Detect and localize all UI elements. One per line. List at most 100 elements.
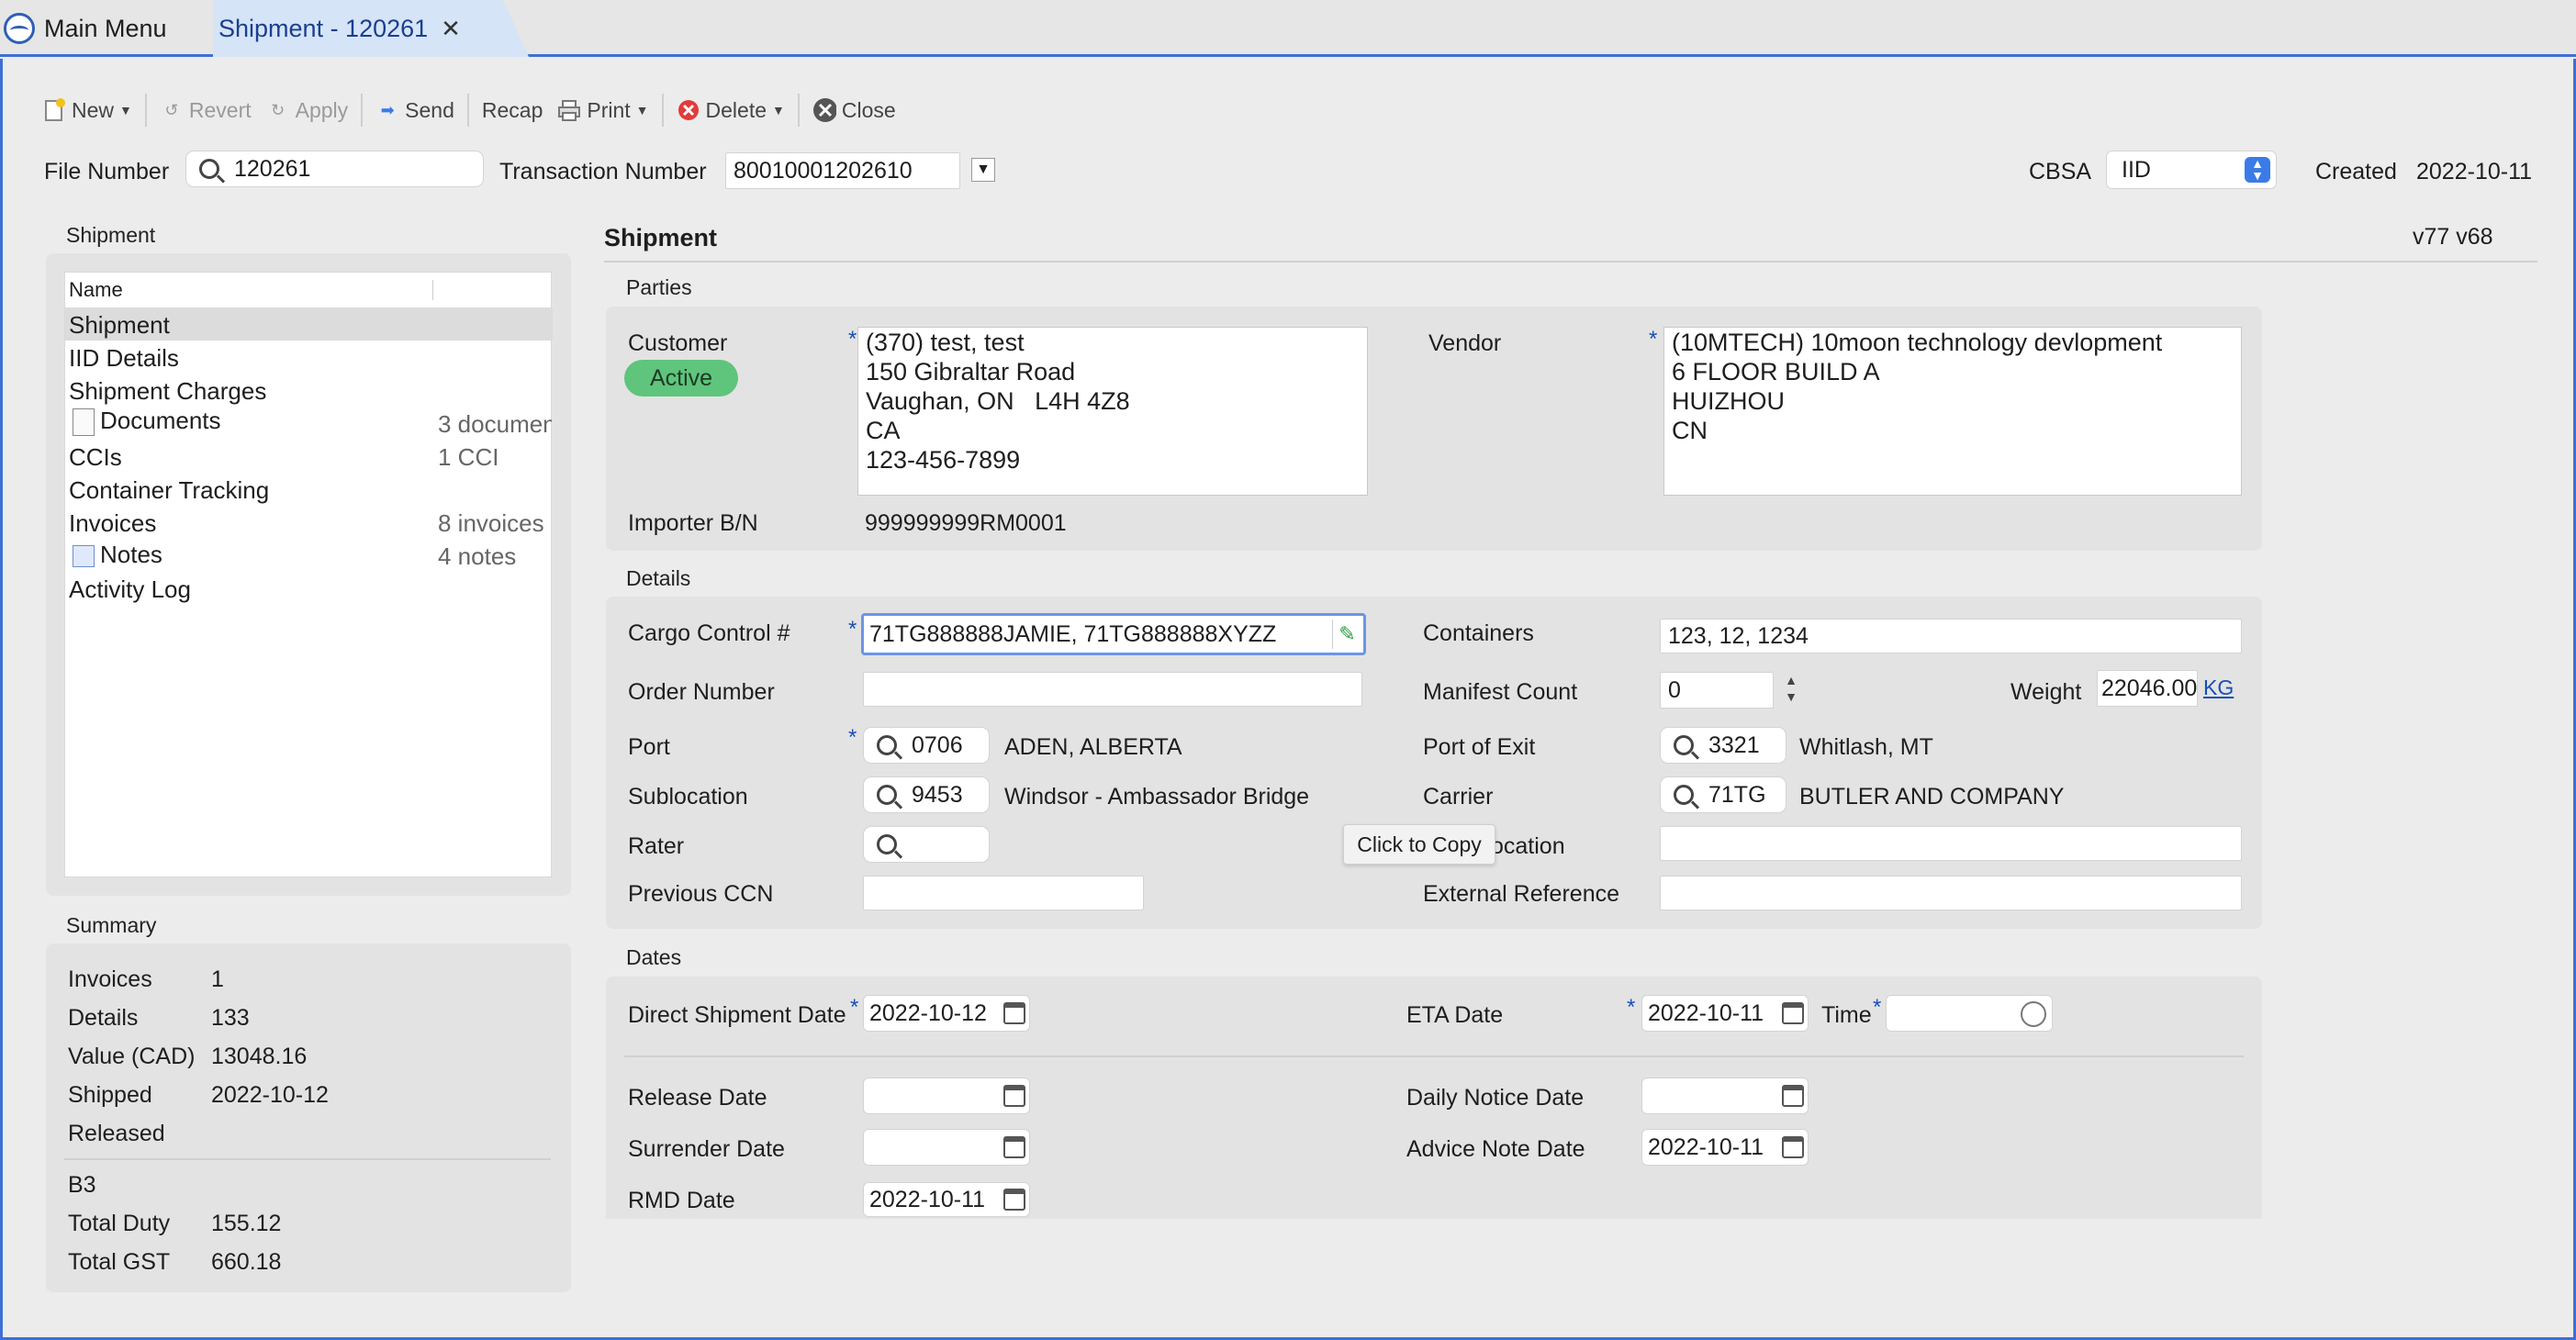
surrender-date-input[interactable]: [863, 1129, 1030, 1166]
cbsa-select[interactable]: IID ▲ ▼: [2106, 151, 2277, 189]
edit-pencil-icon[interactable]: ✎: [1332, 620, 1361, 649]
navigation-tree: Name Shipment IID Details Shipment Charg…: [64, 272, 553, 877]
advice-note-date-input[interactable]: 2022-10-11: [1641, 1129, 1809, 1166]
carrier-code: 71TG: [1708, 781, 1766, 808]
tree-item-activity-log[interactable]: Activity Log: [65, 572, 553, 605]
tree-item-iid-details[interactable]: IID Details: [65, 341, 553, 374]
revert-button[interactable]: ↺ Revert: [152, 92, 259, 128]
previous-ccn-input[interactable]: [863, 876, 1144, 910]
recap-button[interactable]: Recap: [475, 92, 550, 128]
calendar-icon[interactable]: [1003, 1189, 1025, 1211]
calendar-icon[interactable]: [1003, 1002, 1025, 1024]
new-button[interactable]: New ▼: [35, 92, 140, 128]
rmd-date-label: RMD Date: [628, 1188, 735, 1213]
weight-input[interactable]: 22046.00: [2097, 670, 2198, 707]
sublocation-code: 9453: [912, 781, 963, 808]
recap-label: Recap: [481, 97, 543, 122]
release-date-input[interactable]: [863, 1078, 1030, 1114]
transaction-number-label: Transaction Number: [499, 159, 707, 184]
required-marker: *: [848, 725, 857, 750]
tree-item-notes[interactable]: Notes 4 notes: [65, 539, 553, 572]
click-to-copy-tooltip: Click to Copy: [1343, 824, 1495, 865]
importer-value: 999999999RM0001: [865, 510, 1067, 536]
containers-input[interactable]: 123, 12, 1234: [1660, 619, 2242, 653]
sublocation-input[interactable]: 9453: [863, 776, 990, 813]
apply-button[interactable]: ↻ Apply: [259, 92, 356, 128]
left-shipment-heading: Shipment: [66, 223, 156, 247]
send-button[interactable]: ➡ Send: [368, 92, 462, 128]
calendar-icon[interactable]: [1003, 1136, 1025, 1158]
clock-icon[interactable]: [2021, 1001, 2046, 1027]
daily-notice-date-label: Daily Notice Date: [1406, 1085, 1585, 1111]
tree-item-ccis[interactable]: CCIs 1 CCI: [65, 440, 553, 473]
revert-label: Revert: [188, 97, 252, 122]
transaction-dropdown-icon[interactable]: ▼: [971, 158, 995, 182]
print-button[interactable]: Print ▼: [550, 92, 655, 128]
containers-value: 123, 12, 1234: [1668, 622, 1809, 649]
vendor-label: Vendor: [1428, 330, 1502, 356]
tree-item-documents[interactable]: Documents 3 documents: [65, 407, 553, 440]
toolbar-divider: [361, 94, 364, 127]
send-arrow-icon: ➡: [380, 100, 395, 119]
file-number-field[interactable]: 120261: [185, 151, 484, 187]
search-icon: [877, 785, 897, 805]
port-of-exit-input[interactable]: 3321: [1660, 727, 1786, 764]
rmd-date-input[interactable]: 2022-10-11: [863, 1182, 1030, 1217]
required-marker: *: [1649, 327, 1658, 352]
location-input[interactable]: [1660, 826, 2242, 861]
summary-label: Released: [68, 1121, 165, 1146]
summary-label: Shipped: [68, 1082, 152, 1108]
chevron-down-icon: ▼: [119, 103, 132, 117]
dates-heading: Dates: [626, 945, 682, 969]
external-reference-label: External Reference: [1423, 881, 1620, 907]
summary-value: 2022-10-12: [211, 1082, 329, 1108]
direct-shipment-date-input[interactable]: 2022-10-12: [863, 995, 1030, 1032]
eta-date-label: ETA Date: [1406, 1002, 1504, 1028]
calendar-icon[interactable]: [1003, 1085, 1025, 1107]
manifest-count-input[interactable]: 0: [1660, 672, 1774, 709]
customer-address-box[interactable]: (370) test, test 150 Gibraltar Road Vaug…: [857, 327, 1368, 496]
port-code-input[interactable]: 0706: [863, 727, 990, 764]
rater-label: Rater: [628, 833, 685, 859]
direct-shipment-date-value: 2022-10-12: [869, 999, 987, 1026]
calendar-icon[interactable]: [1782, 1085, 1804, 1107]
tree-item-shipment[interactable]: Shipment: [65, 307, 553, 341]
tree-item-container-tracking[interactable]: Container Tracking: [65, 473, 553, 506]
eta-date-input[interactable]: 2022-10-11: [1641, 995, 1809, 1032]
calendar-icon[interactable]: [1782, 1002, 1804, 1024]
order-number-label: Order Number: [628, 679, 775, 705]
vendor-address-box[interactable]: (10MTECH) 10moon technology devlopment 6…: [1663, 327, 2242, 496]
tree-item-shipment-charges[interactable]: Shipment Charges: [65, 374, 553, 407]
time-input[interactable]: [1886, 995, 2053, 1032]
summary-label: Total GST: [68, 1249, 171, 1275]
transaction-number-field[interactable]: 80010001202610: [725, 152, 960, 189]
carrier-name: BUTLER AND COMPANY: [1799, 784, 2065, 810]
stepper-arrows-icon[interactable]: ▲ ▼: [1781, 672, 1801, 709]
delete-button[interactable]: Delete ▼: [669, 92, 792, 128]
location-label: ocation: [1491, 833, 1565, 859]
order-number-input[interactable]: [863, 672, 1362, 707]
weight-unit-link[interactable]: KG: [2203, 676, 2234, 700]
tab-close-icon[interactable]: ✕: [441, 15, 461, 43]
close-icon: [812, 98, 836, 122]
previous-ccn-label: Previous CCN: [628, 881, 774, 907]
chevron-down-icon: ▼: [772, 103, 785, 117]
calendar-icon[interactable]: [1782, 1136, 1804, 1158]
tree-item-invoices[interactable]: Invoices 8 invoices: [65, 506, 553, 539]
external-reference-input[interactable]: [1660, 876, 2242, 910]
new-label: New: [72, 97, 115, 122]
tab-main-menu[interactable]: Main Menu: [0, 0, 209, 57]
toolbar: New ▼ ↺ Revert ↻ Apply ➡ Send Recap Prin…: [35, 90, 903, 130]
cargo-control-input[interactable]: 71TG888888JAMIE, 71TG888888XYZZ ✎: [861, 613, 1366, 655]
close-button[interactable]: Close: [805, 92, 903, 128]
rater-input[interactable]: [863, 826, 990, 863]
document-icon: [73, 408, 95, 437]
page-title: Shipment: [604, 224, 718, 251]
daily-notice-date-input[interactable]: [1641, 1078, 1809, 1114]
notes-icon: [73, 545, 95, 568]
carrier-input[interactable]: 71TG: [1660, 776, 1786, 813]
send-label: Send: [405, 97, 454, 122]
file-number-value: 120261: [234, 155, 311, 182]
tab-shipment[interactable]: Shipment - 120261 ✕: [213, 0, 529, 57]
toolbar-divider: [466, 94, 469, 127]
